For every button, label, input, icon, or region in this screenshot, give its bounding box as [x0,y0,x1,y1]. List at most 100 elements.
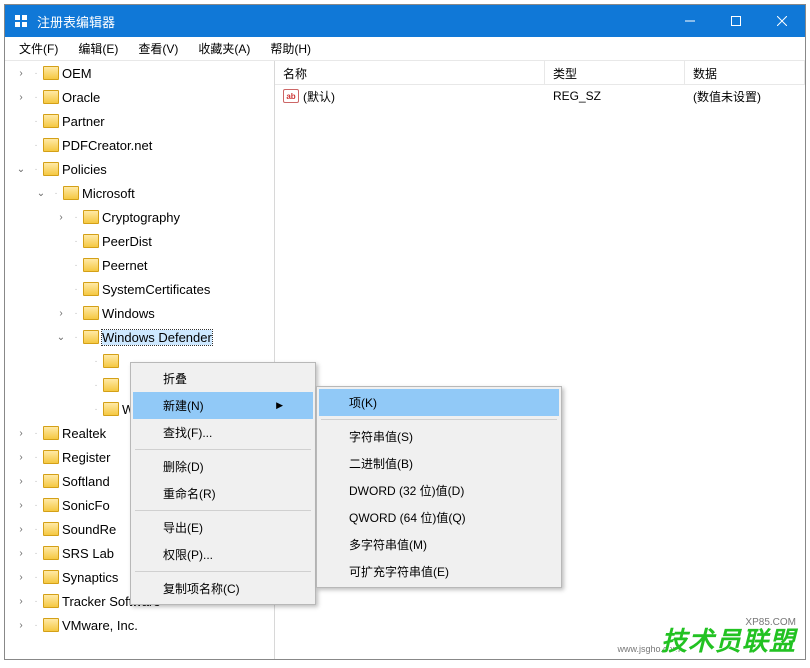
tree-item-label: Peernet [102,258,148,273]
folder-icon [43,474,59,488]
menu-favorites[interactable]: 收藏夹(A) [188,36,260,61]
menu-file[interactable]: 文件(F) [9,36,68,61]
tree-item-label: Softland [62,474,110,489]
chevron-right-icon[interactable]: › [13,65,29,81]
tree-spacer [73,377,89,393]
folder-icon [103,378,119,392]
tree-connector: · [29,500,43,511]
chevron-right-icon[interactable]: › [13,617,29,633]
tree-item-label: Cryptography [102,210,180,225]
menu-item[interactable]: 新建(N)▶ [133,392,313,419]
chevron-right-icon[interactable]: › [13,545,29,561]
tree-connector: · [69,212,83,223]
folder-icon [43,90,59,104]
list-header: 名称 类型 数据 [275,61,805,85]
folder-icon [43,66,59,80]
chevron-down-icon[interactable]: ⌄ [53,329,69,345]
menu-item[interactable]: 字符串值(S) [319,423,559,450]
menu-item-label: DWORD (32 位)值(D) [349,482,464,499]
menu-item[interactable]: 删除(D) [133,453,313,480]
col-type[interactable]: 类型 [545,61,685,84]
tree-item[interactable]: ›·VMware, Inc. [5,613,274,637]
tree-item-label: SystemCertificates [102,282,210,297]
tree-connector: · [89,380,103,391]
menu-item[interactable]: 权限(P)... [133,541,313,568]
menu-item[interactable]: 二进制值(B) [319,450,559,477]
chevron-down-icon[interactable]: ⌄ [13,161,29,177]
menu-edit[interactable]: 编辑(E) [68,36,128,61]
chevron-right-icon[interactable]: › [53,305,69,321]
tree-spacer [53,257,69,273]
menu-item-label: 二进制值(B) [349,455,413,472]
menu-help[interactable]: 帮助(H) [260,36,321,61]
tree-item[interactable]: ⌄· Policies [5,157,274,181]
chevron-right-icon[interactable]: › [13,497,29,513]
menu-item[interactable]: 查找(F)... [133,419,313,446]
tree-connector: · [29,116,43,127]
close-button[interactable] [759,5,805,37]
chevron-right-icon[interactable]: › [13,89,29,105]
maximize-button[interactable] [713,5,759,37]
tree-item-label: PDFCreator.net [62,138,152,153]
tree-item-label: Register [62,450,110,465]
col-data[interactable]: 数据 [685,61,805,84]
chevron-right-icon[interactable]: › [13,593,29,609]
tree-item-label: PeerDist [102,234,152,249]
chevron-right-icon[interactable]: › [13,569,29,585]
chevron-right-icon[interactable]: › [53,209,69,225]
tree-item[interactable]: ⌄·Microsoft [5,181,274,205]
chevron-right-icon[interactable]: › [13,425,29,441]
tree-item-label: SoundRe [62,522,116,537]
menu-item-label: 折叠 [163,370,187,387]
chevron-down-icon[interactable]: ⌄ [33,185,49,201]
menu-item[interactable]: 折叠 [133,365,313,392]
tree-item[interactable]: ·Partner [5,109,274,133]
folder-icon [43,114,59,128]
menu-item[interactable]: 可扩充字符串值(E) [319,558,559,585]
tree-connector: · [29,428,43,439]
tree-item[interactable]: ›·Windows [5,301,274,325]
tree-item[interactable]: ·PeerDist [5,229,274,253]
tree-connector: · [29,140,43,151]
menu-item[interactable]: 重命名(R) [133,480,313,507]
chevron-right-icon[interactable]: › [13,473,29,489]
folder-icon [43,522,59,536]
menu-item[interactable]: DWORD (32 位)值(D) [319,477,559,504]
tree-connector: · [69,332,83,343]
tree-item-label: Policies [62,162,107,177]
titlebar[interactable]: 注册表编辑器 [5,5,805,37]
string-value-icon: ab [283,89,299,103]
tree-item[interactable]: · PDFCreator.net [5,133,274,157]
folder-icon [103,354,119,368]
tree-item[interactable]: ·Peernet [5,253,274,277]
folder-icon [103,402,119,416]
tree-connector: · [29,476,43,487]
minimize-button[interactable] [667,5,713,37]
menu-item-label: 权限(P)... [163,546,213,563]
menu-item[interactable]: 复制项名称(C) [133,575,313,602]
menu-separator [135,571,311,572]
menu-item[interactable]: 项(K) [319,389,559,416]
menu-item[interactable]: QWORD (64 位)值(Q) [319,504,559,531]
folder-icon [83,258,99,272]
tree-item[interactable]: ›·Oracle [5,85,274,109]
menu-view[interactable]: 查看(V) [128,36,188,61]
cell-name: ab (默认) [275,86,545,107]
folder-icon [43,546,59,560]
tree-connector: · [29,620,43,631]
tree-item-label: Synaptics [62,570,118,585]
tree-item[interactable]: ›· Cryptography [5,205,274,229]
tree-item[interactable]: ›·OEM [5,61,274,85]
chevron-right-icon[interactable]: › [13,521,29,537]
tree-connector: · [89,404,103,415]
context-menu: 折叠新建(N)▶查找(F)... 删除(D)重命名(R) 导出(E) 权限(P)...… [130,362,316,605]
col-name[interactable]: 名称 [275,61,545,84]
tree-item[interactable]: ⌄·Windows Defender [5,325,274,349]
menu-item[interactable]: 多字符串值(M) [319,531,559,558]
chevron-right-icon[interactable]: › [13,449,29,465]
cell-type: REG_SZ [545,87,685,105]
tree-connector: · [29,164,43,175]
tree-item[interactable]: ·SystemCertificates [5,277,274,301]
list-row[interactable]: ab (默认) REG_SZ (数值未设置) [275,85,805,107]
menu-item[interactable]: 导出(E) [133,514,313,541]
